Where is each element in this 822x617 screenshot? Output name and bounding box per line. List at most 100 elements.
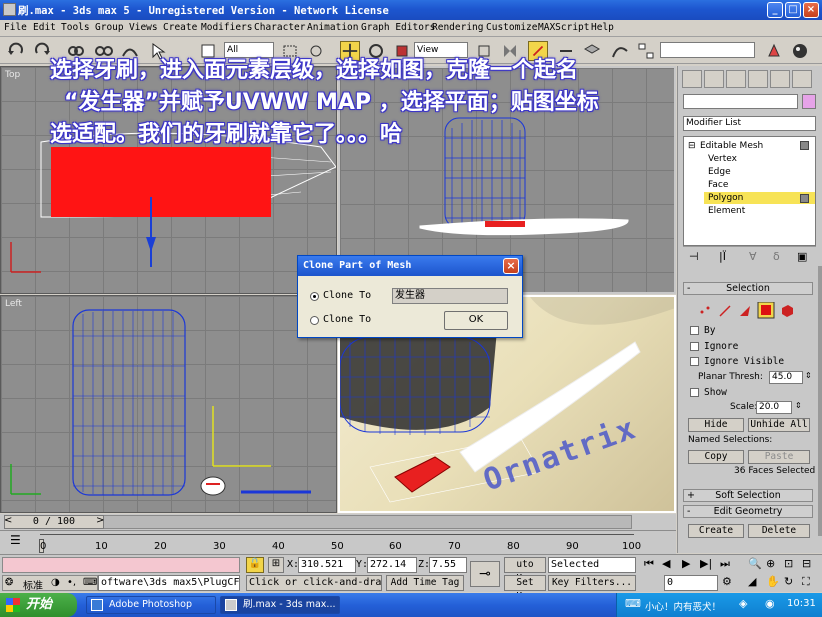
- go-to-start-icon[interactable]: ⏮: [644, 557, 654, 571]
- clone-name-input[interactable]: 发生器: [392, 288, 508, 304]
- x-coord-field[interactable]: 310.521: [298, 557, 356, 573]
- pan-icon[interactable]: ✋: [766, 575, 780, 588]
- copy-button[interactable]: Copy: [688, 450, 744, 464]
- modify-tab[interactable]: [704, 70, 724, 88]
- display-tab[interactable]: [770, 70, 790, 88]
- undo-icon[interactable]: [6, 41, 26, 61]
- maximize-button[interactable]: □: [785, 2, 801, 18]
- previous-frame-icon[interactable]: ◀: [662, 557, 670, 570]
- key-filters-button[interactable]: Key Filters...: [548, 575, 636, 591]
- planar-thresh-spin-arrows[interactable]: ⇕: [805, 371, 812, 380]
- menu-rendering[interactable]: Rendering: [432, 22, 483, 33]
- ime-punct-icon[interactable]: •,: [67, 577, 76, 588]
- ime-moon-icon[interactable]: ◑: [51, 577, 60, 588]
- time-slider-thumb[interactable]: 0 / 100: [4, 515, 104, 529]
- menu-character[interactable]: Character: [254, 22, 305, 33]
- auto-key-button[interactable]: uto Key: [504, 557, 546, 584]
- viewport-left[interactable]: Left: [0, 295, 337, 513]
- ignore-backfacing-checkbox[interactable]: [690, 342, 699, 351]
- menu-maxscript[interactable]: MAXScript: [538, 22, 589, 33]
- track-bar-icon[interactable]: ☰: [10, 533, 21, 547]
- delete-button[interactable]: Delete: [748, 524, 810, 538]
- set-key-mode-icon[interactable]: ⊸: [470, 561, 500, 587]
- z-coord-field[interactable]: 7.55: [429, 557, 467, 573]
- utilities-tab[interactable]: [792, 70, 812, 88]
- ignore-visible-checkbox[interactable]: [690, 357, 699, 366]
- named-selection-dropdown[interactable]: [660, 42, 755, 58]
- taskbar-item-3dsmax[interactable]: 刷.max - 3ds max...: [220, 596, 340, 614]
- menu-customize[interactable]: Customize: [486, 22, 537, 33]
- time-config-icon[interactable]: ⚙: [722, 575, 732, 588]
- stack-vertex[interactable]: Vertex: [708, 154, 737, 164]
- unhide-all-button[interactable]: Unhide All: [748, 418, 810, 432]
- stack-face[interactable]: Face: [708, 180, 728, 190]
- hierarchy-tab[interactable]: [726, 70, 746, 88]
- ime-logo-icon[interactable]: ❂: [5, 577, 13, 588]
- menu-modifiers[interactable]: Modifiers: [201, 22, 252, 33]
- close-button[interactable]: ×: [803, 2, 819, 18]
- next-frame-icon[interactable]: ▶|: [700, 557, 712, 570]
- ime-mode-label[interactable]: 标准: [23, 577, 43, 592]
- menu-views[interactable]: Views: [129, 22, 158, 33]
- zoom-extents-all-icon[interactable]: ⊟: [802, 557, 811, 570]
- motion-tab[interactable]: [748, 70, 768, 88]
- menu-animation[interactable]: Animation: [307, 22, 358, 33]
- scale-spinner[interactable]: 20.0: [756, 401, 792, 414]
- stack-element[interactable]: Element: [708, 206, 745, 216]
- show-normals-checkbox[interactable]: [690, 388, 699, 397]
- network-tray-icon[interactable]: ◈: [739, 597, 747, 610]
- soft-selection-rollout-header[interactable]: + Soft Selection: [683, 489, 813, 502]
- layer-icon[interactable]: [582, 41, 602, 61]
- show-end-result-icon[interactable]: |Ï: [719, 250, 726, 263]
- script-path-field[interactable]: oftware\3ds max5\PlugCFG\: [98, 575, 240, 591]
- object-name-field[interactable]: [683, 94, 798, 109]
- clone-to-element-radio[interactable]: [310, 316, 319, 325]
- volume-tray-icon[interactable]: ◉: [765, 597, 775, 610]
- menu-help[interactable]: Help: [591, 22, 614, 33]
- lock-selection-icon[interactable]: 🔒: [246, 557, 264, 573]
- track-bar[interactable]: ☰ 0 10 20 30 40 50 60 70 80 90 100: [0, 530, 676, 554]
- y-coord-field[interactable]: 272.14: [367, 557, 417, 573]
- stack-edge[interactable]: Edge: [708, 167, 731, 177]
- key-selection-dropdown[interactable]: Selected: [548, 557, 636, 573]
- add-time-tag-button[interactable]: Add Time Tag: [386, 575, 464, 591]
- start-button[interactable]: 开始: [0, 593, 77, 617]
- clone-to-object-radio[interactable]: [310, 292, 319, 301]
- menu-file[interactable]: File: [4, 22, 27, 33]
- dialog-close-button[interactable]: ×: [503, 258, 519, 274]
- menu-tools[interactable]: Tools: [61, 22, 90, 33]
- ime-tray-icon[interactable]: ⌨: [625, 597, 641, 610]
- remove-modifier-icon[interactable]: δ: [773, 250, 780, 263]
- edit-geometry-rollout-header[interactable]: - Edit Geometry: [683, 505, 813, 518]
- curve-editor-icon[interactable]: [610, 41, 630, 61]
- hide-button[interactable]: Hide: [688, 418, 744, 432]
- menu-group[interactable]: Group: [95, 22, 124, 33]
- zoom-extents-icon[interactable]: ⊡: [784, 557, 793, 570]
- field-of-view-icon[interactable]: ◢: [748, 575, 756, 588]
- time-slider[interactable]: 0 / 100 < >: [0, 514, 676, 530]
- maxscript-listener-field[interactable]: [2, 557, 240, 573]
- menu-edit[interactable]: Edit: [33, 22, 56, 33]
- ime-toolbar[interactable]: ❂ 标准 ◑ •, ⌨: [2, 575, 98, 592]
- ime-keyboard-icon[interactable]: ⌨: [83, 577, 97, 588]
- stack-polygon[interactable]: Polygon: [708, 193, 743, 203]
- schematic-view-icon[interactable]: [636, 41, 656, 61]
- planar-thresh-spinner[interactable]: 45.0: [769, 371, 803, 384]
- by-vertex-checkbox[interactable]: [690, 326, 699, 335]
- stack-editable-mesh[interactable]: Editable Mesh: [700, 141, 763, 151]
- taskbar-item-photoshop[interactable]: Adobe Photoshop: [86, 596, 216, 614]
- create-button[interactable]: Create: [688, 524, 744, 538]
- configure-sets-icon[interactable]: ▣: [797, 250, 807, 263]
- go-to-end-icon[interactable]: ⏭: [720, 557, 730, 571]
- quick-render-icon[interactable]: [764, 41, 784, 61]
- menu-create[interactable]: Create: [163, 22, 197, 33]
- play-icon[interactable]: ▶: [682, 557, 690, 570]
- ok-button[interactable]: OK: [444, 311, 508, 330]
- zoom-all-icon[interactable]: ⊕: [766, 557, 775, 570]
- create-tab[interactable]: [682, 70, 702, 88]
- selection-rollout-header[interactable]: - Selection: [683, 282, 813, 295]
- scale-spin-arrows[interactable]: ⇕: [795, 401, 802, 410]
- paste-button[interactable]: Paste: [748, 450, 810, 464]
- menu-graph-editors[interactable]: Graph Editors: [361, 22, 435, 33]
- maximize-viewport-icon[interactable]: ⛶: [802, 575, 810, 589]
